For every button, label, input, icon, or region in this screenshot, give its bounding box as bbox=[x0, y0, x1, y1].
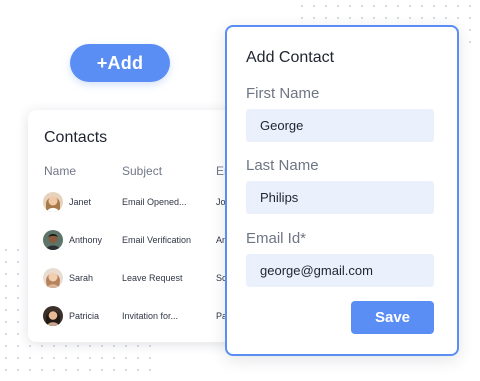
avatar-icon bbox=[43, 192, 63, 212]
contact-subject: Leave Request bbox=[122, 273, 183, 283]
form-title: Add Contact bbox=[246, 49, 335, 66]
save-button[interactable]: Save bbox=[351, 301, 434, 334]
contact-name: Janet bbox=[69, 197, 92, 207]
avatar-icon bbox=[43, 268, 63, 288]
avatar-icon bbox=[43, 230, 63, 250]
contact-name: Anthony bbox=[69, 235, 103, 245]
email-field[interactable] bbox=[246, 254, 434, 287]
contact-subject: Invitation for... bbox=[122, 311, 179, 321]
table-row[interactable]: Sarah Leave Request Sc bbox=[28, 266, 240, 290]
email-label: Email Id* bbox=[246, 230, 307, 247]
first-name-label: First Name bbox=[246, 85, 320, 102]
column-header-subject[interactable]: Subject bbox=[122, 164, 162, 178]
add-contact-button[interactable]: +Add bbox=[70, 44, 170, 82]
contact-subject: Email Opened... bbox=[122, 197, 187, 207]
table-row[interactable]: Patricia Invitation for... Pa bbox=[28, 304, 240, 328]
contact-subject: Email Verification bbox=[122, 235, 192, 245]
table-row[interactable]: Anthony Email Verification An bbox=[28, 228, 240, 252]
last-name-field[interactable] bbox=[246, 181, 434, 214]
contacts-title: Contacts bbox=[44, 129, 108, 146]
contacts-card: Contacts Name Subject Em Janet Email Ope… bbox=[28, 110, 240, 342]
last-name-label: Last Name bbox=[246, 157, 319, 174]
contact-name: Patricia bbox=[69, 311, 100, 321]
avatar-icon bbox=[43, 306, 63, 326]
column-header-name[interactable]: Name bbox=[44, 164, 76, 178]
contact-name: Sarah bbox=[69, 273, 94, 283]
table-row[interactable]: Janet Email Opened... Jo bbox=[28, 190, 240, 214]
add-contact-form: Add Contact First Name Last Name Email I… bbox=[225, 25, 459, 356]
first-name-field[interactable] bbox=[246, 109, 434, 142]
